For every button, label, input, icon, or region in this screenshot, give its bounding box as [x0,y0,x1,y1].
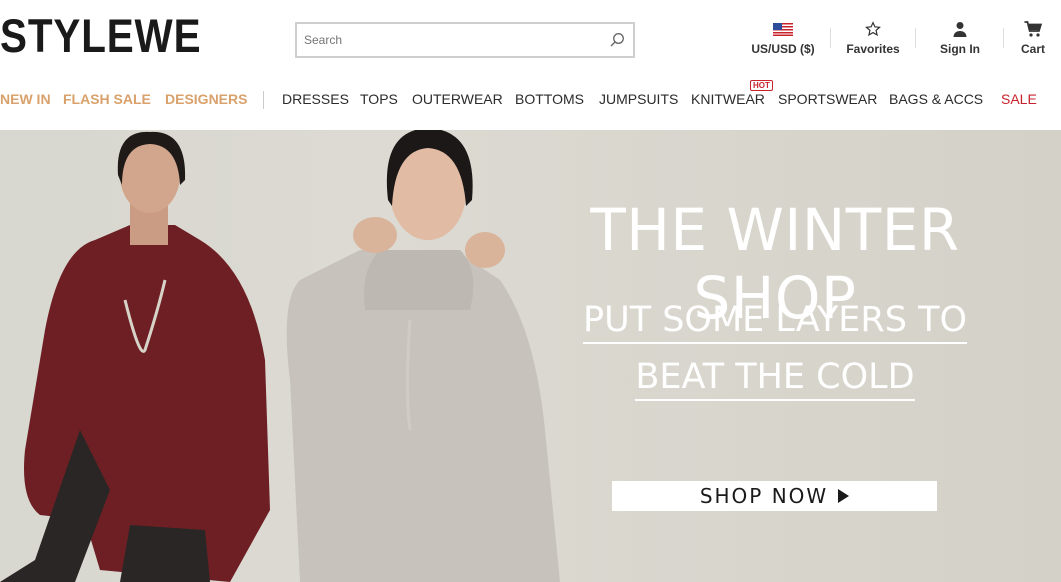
nav-dresses[interactable]: DRESSES [282,91,349,107]
nav-sportswear[interactable]: SPORTSWEAR [778,91,877,107]
nav-tops[interactable]: TOPS [360,91,398,107]
hero-subtitle-line2[interactable]: BEAT THE COLD [560,357,990,401]
nav-divider [263,91,264,109]
search-icon[interactable] [609,32,625,48]
nav-new-in[interactable]: NEW IN [0,91,51,107]
favorites-link[interactable]: Favorites [840,20,906,56]
nav-bottoms[interactable]: BOTTOMS [515,91,584,107]
site-header: STYLEWE US/USD ($) Fav [0,0,1061,80]
shop-now-button[interactable]: SHOP NOW [612,481,937,511]
divider [830,28,831,48]
nav-outerwear[interactable]: OUTERWEAR [412,91,503,107]
favorites-label: Favorites [846,42,900,56]
divider [1003,28,1004,48]
nav-flash-sale[interactable]: FLASH SALE [63,91,151,107]
sign-in-label: Sign In [940,42,980,56]
cart-label: Cart [1020,42,1045,56]
shop-now-label: SHOP NOW [699,484,829,508]
user-icon [953,22,967,37]
search-box[interactable] [295,22,635,58]
play-arrow-icon [838,489,850,503]
divider [915,28,916,48]
us-flag-icon [773,22,793,36]
main-nav: NEW IN FLASH SALE DESIGNERS DRESSES TOPS… [0,86,1061,112]
hero-banner[interactable]: THE WINTER SHOP PUT SOME LAYERS TO BEAT … [0,130,1061,582]
nav-jumpsuits[interactable]: JUMPSUITS [599,91,678,107]
nav-sale[interactable]: SALE [1001,91,1037,107]
hero-subtitle-line2-text: BEAT THE COLD [635,357,915,401]
cart-link[interactable]: Cart [1010,20,1056,56]
hero-subtitle-line1-text: PUT SOME LAYERS TO [582,300,968,344]
star-icon [865,21,881,37]
cart-icon [1024,21,1042,37]
nav-bags-accs[interactable]: BAGS & ACCS [889,91,983,107]
search-input[interactable] [297,24,597,56]
nav-knitwear[interactable]: KNITWEAR [691,91,765,107]
hero-models-image [0,130,560,582]
stylewe-logo[interactable]: STYLEWE [0,12,201,59]
currency-selector[interactable]: US/USD ($) [748,20,818,56]
nav-designers[interactable]: DESIGNERS [165,91,247,107]
hero-subtitle-line1[interactable]: PUT SOME LAYERS TO [560,300,990,344]
currency-label: US/USD ($) [751,42,815,56]
sign-in-link[interactable]: Sign In [930,20,990,56]
